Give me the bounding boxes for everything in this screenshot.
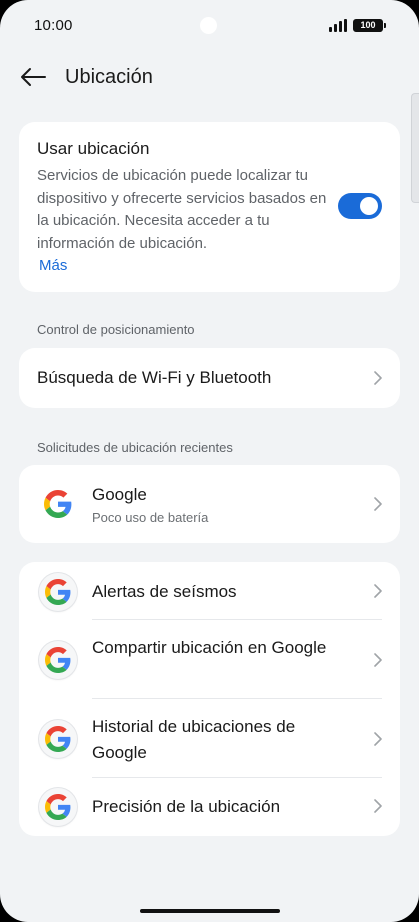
chevron-right-icon bbox=[374, 653, 382, 667]
earthquake-alerts-row[interactable]: Alertas de seísmos bbox=[19, 562, 400, 620]
google-logo-icon bbox=[39, 788, 77, 826]
use-location-title: Usar ubicación bbox=[37, 139, 150, 158]
battery-icon: 100 bbox=[353, 19, 386, 32]
google-location-history-row[interactable]: Historial de ubicaciones de Google bbox=[19, 699, 400, 778]
phone-screen: 10:00 100 Ubicación Usar ubicación Servi… bbox=[0, 0, 419, 922]
signal-icon bbox=[329, 19, 347, 32]
wifi-bluetooth-scanning-label: Búsqueda de Wi-Fi y Bluetooth bbox=[37, 368, 272, 387]
google-location-sharing-row[interactable]: Compartir ubicación en Google bbox=[19, 620, 400, 699]
app-header: Ubicación bbox=[0, 56, 419, 98]
location-accuracy-row[interactable]: Precisión de la ubicación bbox=[19, 778, 400, 836]
google-logo-icon bbox=[39, 485, 77, 523]
google-location-history-label: Historial de ubicaciones de Google bbox=[92, 717, 296, 762]
recent-app-name: Google bbox=[92, 485, 147, 504]
back-button[interactable] bbox=[18, 62, 48, 92]
positioning-section-label: Control de posicionamiento bbox=[37, 322, 195, 337]
home-indicator[interactable] bbox=[140, 909, 280, 913]
use-location-description: Servicios de ubicación puede localizar t… bbox=[37, 167, 327, 252]
status-time: 10:00 bbox=[34, 17, 73, 34]
scrollbar[interactable] bbox=[411, 93, 419, 203]
page-title: Ubicación bbox=[65, 66, 153, 88]
toggle-knob bbox=[360, 197, 378, 215]
status-icons: 100 bbox=[329, 19, 386, 32]
recent-request-google-row[interactable]: Google Poco uso de batería bbox=[19, 465, 400, 543]
chevron-right-icon bbox=[374, 497, 382, 511]
use-location-toggle[interactable] bbox=[338, 193, 382, 219]
google-services-card: Alertas de seísmos Compartir ubicación e… bbox=[19, 562, 400, 836]
recent-requests-section-label: Solicitudes de ubicación recientes bbox=[37, 440, 233, 455]
google-location-sharing-label: Compartir ubicación en Google bbox=[92, 638, 327, 657]
google-logo-icon bbox=[39, 720, 77, 758]
chevron-right-icon bbox=[374, 371, 382, 385]
recent-app-battery-usage: Poco uso de batería bbox=[92, 510, 209, 525]
chevron-right-icon bbox=[374, 732, 382, 746]
chevron-right-icon bbox=[374, 799, 382, 813]
back-arrow-icon bbox=[21, 68, 46, 86]
chevron-right-icon bbox=[374, 584, 382, 598]
google-logo-icon bbox=[39, 641, 77, 679]
status-bar: 10:00 100 bbox=[0, 0, 419, 52]
use-location-card: Usar ubicación Servicios de ubicación pu… bbox=[19, 122, 400, 292]
google-logo-icon bbox=[39, 573, 77, 611]
location-accuracy-label: Precisión de la ubicación bbox=[92, 797, 281, 816]
wifi-bluetooth-scanning-row[interactable]: Búsqueda de Wi-Fi y Bluetooth bbox=[19, 348, 400, 408]
earthquake-alerts-label: Alertas de seísmos bbox=[92, 582, 237, 601]
front-camera bbox=[200, 17, 217, 34]
more-link[interactable]: Más bbox=[39, 257, 67, 274]
